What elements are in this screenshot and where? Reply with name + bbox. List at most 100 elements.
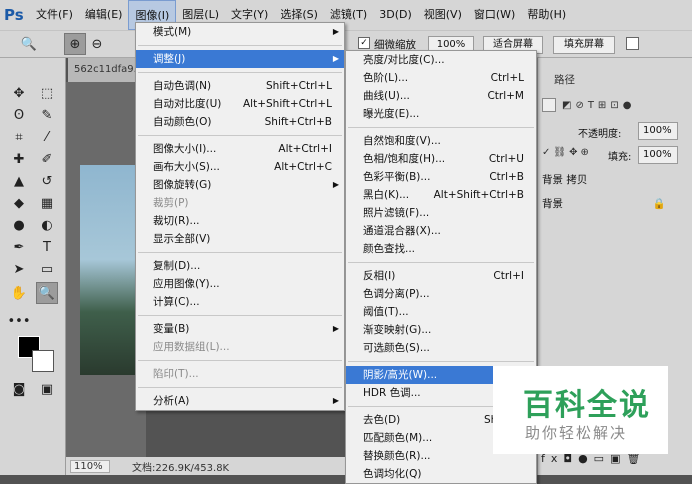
layer-actions-bar[interactable]: fx◘●▭▣🗑: [537, 452, 692, 470]
rectangle-tool-icon[interactable]: ▭: [36, 258, 58, 280]
menu-item-label: 模式(M): [153, 26, 192, 38]
image-menu-item-16[interactable]: 应用图像(Y)...: [136, 275, 344, 293]
image-menu-item-0[interactable]: 模式(M) ▶: [136, 23, 344, 41]
crop-tool-icon[interactable]: ⌗: [8, 126, 30, 148]
adjust-menu-item-14[interactable]: 色调分离(P)...: [346, 285, 536, 303]
layer-background[interactable]: 背景 🔒: [537, 194, 692, 214]
screen-mode-icon[interactable]: ▣: [36, 378, 58, 400]
opacity-label: 不透明度:: [578, 129, 622, 140]
zoom-in-icon[interactable]: ⊕: [64, 33, 86, 55]
zoom-level-field[interactable]: 110%: [70, 459, 110, 473]
opacity-field[interactable]: 100%: [638, 122, 678, 140]
adjust-menu-item-8[interactable]: 黑白(K)... Alt+Shift+Ctrl+B: [346, 186, 536, 204]
lasso-tool-icon[interactable]: ʘ: [8, 104, 30, 126]
adjust-menu-item-11[interactable]: 颜色查找...: [346, 240, 536, 258]
adjust-menu-item-1[interactable]: 色阶(L)... Ctrl+L: [346, 69, 536, 87]
image-menu-item-10[interactable]: 图像旋转(G) ▶: [136, 176, 344, 194]
watermark-logo: 百科全说 助你轻松解决: [493, 366, 668, 454]
menu-item-shortcut: Alt+Ctrl+C: [274, 161, 332, 173]
menu-item-label: 亮度/对比度(C)...: [363, 54, 445, 66]
layer-background-copy[interactable]: 背景 拷贝: [537, 170, 692, 190]
menu-file[interactable]: 文件(F): [30, 0, 79, 30]
quick-select-icon[interactable]: ✎: [36, 104, 58, 126]
blur-tool-icon[interactable]: ●: [8, 214, 30, 236]
quick-mask-icon[interactable]: ◙: [8, 378, 30, 400]
image-menu-item-24[interactable]: 分析(A) ▶: [136, 392, 344, 410]
layer-name: 背景: [542, 198, 563, 210]
dodge-tool-icon[interactable]: ◐: [36, 214, 58, 236]
menu-edit[interactable]: 编辑(E): [79, 0, 129, 30]
scrubby-zoom-checkbox[interactable]: ✓: [358, 37, 370, 49]
image-menu-item-17[interactable]: 计算(C)...: [136, 293, 344, 311]
image-menu-item-13[interactable]: 显示全部(V): [136, 230, 344, 248]
menu-item-label: 曲线(U)...: [363, 90, 410, 102]
menu-view[interactable]: 视图(V): [418, 0, 468, 30]
zoom-tool-icon[interactable]: 🔍: [36, 282, 58, 304]
menu-item-shortcut: Shift+Ctrl+L: [266, 80, 332, 92]
image-menu-item-19[interactable]: 变量(B) ▶: [136, 320, 344, 338]
brush-tool-icon[interactable]: ✐: [36, 148, 58, 170]
zoom-tool-icon[interactable]: 🔍: [18, 33, 40, 55]
adjust-menu-item-5[interactable]: 自然饱和度(V)...: [346, 132, 536, 150]
menu-window[interactable]: 窗口(W): [468, 0, 521, 30]
adjust-menu-item-2[interactable]: 曲线(U)... Ctrl+M: [346, 87, 536, 105]
menu-item-shortcut: Ctrl+I: [493, 270, 524, 282]
menu-item-label: 替换颜色(R)...: [363, 450, 431, 462]
adjust-menu-item-7[interactable]: 色彩平衡(B)... Ctrl+B: [346, 168, 536, 186]
eyedropper-icon[interactable]: ⁄: [36, 126, 58, 148]
eraser-tool-icon[interactable]: ◆: [8, 192, 30, 214]
adjust-menu-item-15[interactable]: 阈值(T)...: [346, 303, 536, 321]
image-menu-item-4[interactable]: 自动色调(N) Shift+Ctrl+L: [136, 77, 344, 95]
menu-item-label: 图像旋转(G): [153, 179, 212, 191]
lock-icons[interactable]: ✓⛓✥⊕: [542, 147, 592, 158]
path-select-icon[interactable]: ➤: [8, 258, 30, 280]
adjust-menu-item-10[interactable]: 通道混合器(X)...: [346, 222, 536, 240]
menu-item-label: 黑白(K)...: [363, 189, 410, 201]
menu-help[interactable]: 帮助(H): [521, 0, 572, 30]
adjust-menu-item-0[interactable]: 亮度/对比度(C)...: [346, 51, 536, 69]
menu-separator: [348, 127, 534, 128]
type-tool-icon[interactable]: T: [36, 236, 58, 258]
submenu-arrow-icon: ▶: [332, 324, 339, 333]
gradient-tool-icon[interactable]: ▦: [36, 192, 58, 214]
hand-tool-icon[interactable]: ✋: [8, 282, 30, 304]
image-menu-item-8[interactable]: 图像大小(I)... Alt+Ctrl+I: [136, 140, 344, 158]
document-tab[interactable]: 562c11dfa9...: [68, 58, 138, 82]
background-color-swatch[interactable]: [32, 350, 54, 372]
image-menu-item-12[interactable]: 裁切(R)...: [136, 212, 344, 230]
image-menu-item-6[interactable]: 自动颜色(O) Shift+Ctrl+B: [136, 113, 344, 131]
adjust-menu-item-25[interactable]: 色调均化(Q): [346, 465, 536, 483]
menu-item-label: 裁切(R)...: [153, 215, 200, 227]
adjust-menu-item-13[interactable]: 反相(I) Ctrl+I: [346, 267, 536, 285]
image-menu-item-2[interactable]: 调整(J) ▶: [136, 50, 344, 68]
menu-3d[interactable]: 3D(D): [373, 0, 418, 30]
fill-screen-button[interactable]: 填充屏幕: [553, 36, 615, 54]
image-menu-item-5[interactable]: 自动对比度(U) Alt+Shift+Ctrl+L: [136, 95, 344, 113]
image-menu-item-9[interactable]: 画布大小(S)... Alt+Ctrl+C: [136, 158, 344, 176]
marquee-tool-icon[interactable]: ⬚: [36, 82, 58, 104]
menu-item-label: 自动颜色(O): [153, 116, 212, 128]
move-tool-icon[interactable]: ✥: [8, 82, 30, 104]
zoom-out-icon[interactable]: ⊖: [86, 33, 108, 55]
image-menu-dropdown: 模式(M) ▶ 调整(J) ▶ 自动色调(N) Shift+Ctrl+L 自动对比度(U) A…: [135, 22, 345, 411]
lock-icon: 🔒: [652, 198, 666, 210]
adjust-menu-item-16[interactable]: 渐变映射(G)...: [346, 321, 536, 339]
healing-brush-icon[interactable]: ✚: [8, 148, 30, 170]
adjust-menu-item-17[interactable]: 可选颜色(S)...: [346, 339, 536, 357]
pen-tool-icon[interactable]: ✒: [8, 236, 30, 258]
filter-kind-select[interactable]: [542, 98, 556, 112]
history-brush-icon[interactable]: ↺: [36, 170, 58, 192]
menu-item-label: 去色(D): [363, 414, 401, 426]
menu-item-shortcut: Ctrl+B: [489, 171, 524, 183]
menu-item-label: 调整(J): [153, 53, 186, 65]
adjust-menu-item-3[interactable]: 曝光度(E)...: [346, 105, 536, 123]
clone-stamp-icon[interactable]: ▲: [8, 170, 30, 192]
layer-filter-icons[interactable]: ◩⊘T⊞⊡●: [562, 100, 635, 111]
image-menu-item-15[interactable]: 复制(D)...: [136, 257, 344, 275]
adjust-menu-item-9[interactable]: 照片滤镜(F)...: [346, 204, 536, 222]
fill-field[interactable]: 100%: [638, 146, 678, 164]
tab-paths[interactable]: 路径: [554, 72, 575, 87]
adjust-menu-item-6[interactable]: 色相/饱和度(H)... Ctrl+U: [346, 150, 536, 168]
print-size-checkbox[interactable]: [626, 37, 639, 50]
more-tools-icon[interactable]: •••: [8, 310, 31, 332]
